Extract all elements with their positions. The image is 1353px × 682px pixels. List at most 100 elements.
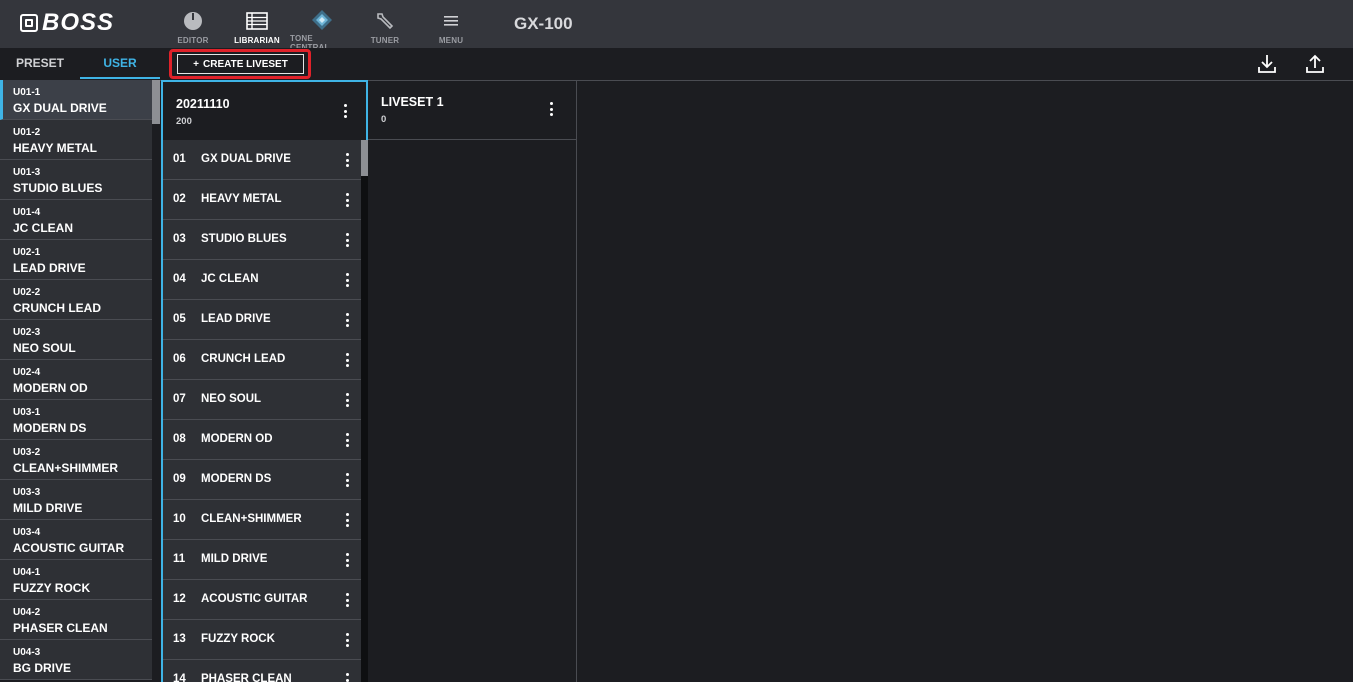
editor-knob-icon bbox=[181, 9, 205, 33]
menu-hamburger-icon bbox=[439, 9, 463, 33]
liveset-count: 200 bbox=[176, 116, 192, 127]
patch-item[interactable]: U03-4 ACOUSTIC GUITAR bbox=[0, 520, 152, 560]
liveset-member-item[interactable]: 08 MODERN OD bbox=[163, 420, 361, 460]
more-vertical-icon[interactable] bbox=[345, 313, 349, 327]
liveset-column[interactable]: LIVESET 1 0 bbox=[368, 80, 577, 682]
import-download-icon[interactable] bbox=[1256, 53, 1278, 75]
nav-tone-central[interactable]: TONE CENTRAL bbox=[290, 0, 354, 52]
more-vertical-icon[interactable] bbox=[345, 393, 349, 407]
nav-librarian[interactable]: LIBRARIAN bbox=[232, 0, 282, 48]
liveset-column-selected[interactable]: 20211110 200 01 GX DUAL DRIVE 02 HEAVY META… bbox=[161, 80, 368, 682]
more-vertical-icon[interactable] bbox=[345, 433, 349, 447]
more-vertical-icon[interactable] bbox=[343, 104, 347, 118]
more-vertical-icon[interactable] bbox=[345, 633, 349, 647]
member-number: 01 bbox=[173, 153, 186, 165]
liveset-member-item[interactable]: 14 PHASER CLEAN bbox=[163, 660, 361, 682]
librarian-list-icon bbox=[245, 9, 269, 33]
more-vertical-icon[interactable] bbox=[345, 593, 349, 607]
liveset-members: 01 GX DUAL DRIVE 02 HEAVY METAL 03 STUDIO BLU… bbox=[161, 140, 368, 682]
boss-logo-mark-icon bbox=[20, 14, 38, 32]
patch-code: U01-2 bbox=[13, 127, 41, 138]
patch-item[interactable]: U04-3 BG DRIVE bbox=[0, 640, 152, 680]
member-name: HEAVY METAL bbox=[201, 193, 282, 205]
more-vertical-icon[interactable] bbox=[345, 553, 349, 567]
patch-name: HEAVY METAL bbox=[13, 141, 98, 155]
liveset-member-item[interactable]: 09 MODERN DS bbox=[163, 460, 361, 500]
more-vertical-icon[interactable] bbox=[345, 233, 349, 247]
liveset-member-item[interactable]: 01 GX DUAL DRIVE bbox=[163, 140, 361, 180]
more-vertical-icon[interactable] bbox=[345, 353, 349, 367]
patch-item[interactable]: U02-2 CRUNCH LEAD bbox=[0, 280, 152, 320]
nav-label: EDITOR bbox=[177, 36, 209, 45]
export-upload-icon[interactable] bbox=[1304, 53, 1326, 75]
nav-tuner[interactable]: TUNER bbox=[364, 0, 406, 48]
patch-list-scrollbar[interactable] bbox=[152, 80, 160, 682]
member-number: 07 bbox=[173, 393, 186, 405]
more-vertical-icon[interactable] bbox=[345, 273, 349, 287]
liveset-member-item[interactable]: 05 LEAD DRIVE bbox=[163, 300, 361, 340]
liveset-member-item[interactable]: 11 MILD DRIVE bbox=[163, 540, 361, 580]
top-bar: BOSS EDITOR LIBRARIAN TONE CENTRAL TUNER… bbox=[0, 0, 1353, 52]
patch-item[interactable]: U03-2 CLEAN+SHIMMER bbox=[0, 440, 152, 480]
member-number: 02 bbox=[173, 193, 186, 205]
boss-logo: BOSS bbox=[20, 11, 114, 35]
patch-item[interactable]: U01-1 GX DUAL DRIVE bbox=[0, 80, 152, 120]
liveset-member-item[interactable]: 02 HEAVY METAL bbox=[163, 180, 361, 220]
patch-item[interactable]: U02-3 NEO SOUL bbox=[0, 320, 152, 360]
more-vertical-icon[interactable] bbox=[345, 153, 349, 167]
liveset-count: 0 bbox=[381, 114, 387, 125]
patch-item[interactable]: U04-1 FUZZY ROCK bbox=[0, 560, 152, 600]
more-vertical-icon[interactable] bbox=[345, 673, 349, 682]
patch-item[interactable]: U01-4 JC CLEAN bbox=[0, 200, 152, 240]
patch-code: U02-1 bbox=[13, 247, 41, 258]
member-number: 08 bbox=[173, 433, 186, 445]
nav-editor[interactable]: EDITOR bbox=[170, 0, 216, 48]
nav-label: TUNER bbox=[370, 36, 400, 45]
patch-name: GX DUAL DRIVE bbox=[13, 101, 107, 115]
liveset-member-item[interactable]: 04 JC CLEAN bbox=[163, 260, 361, 300]
liveset-member-item[interactable]: 06 CRUNCH LEAD bbox=[163, 340, 361, 380]
member-name: PHASER CLEAN bbox=[201, 673, 292, 682]
more-vertical-icon[interactable] bbox=[345, 193, 349, 207]
patch-item[interactable]: U02-4 MODERN OD bbox=[0, 360, 152, 400]
more-vertical-icon[interactable] bbox=[345, 513, 349, 527]
patch-code: U03-3 bbox=[13, 487, 41, 498]
patch-item[interactable]: U01-2 HEAVY METAL bbox=[0, 120, 152, 160]
more-vertical-icon[interactable] bbox=[549, 102, 553, 116]
liveset-header[interactable]: LIVESET 1 0 bbox=[368, 80, 576, 140]
tab-preset[interactable]: PRESET bbox=[0, 48, 80, 79]
member-name: ACOUSTIC GUITAR bbox=[201, 593, 308, 605]
liveset-member-item[interactable]: 07 NEO SOUL bbox=[163, 380, 361, 420]
liveset-scrollbar[interactable] bbox=[361, 140, 368, 682]
member-name: LEAD DRIVE bbox=[201, 313, 271, 325]
create-liveset-button[interactable]: + CREATE LIVESET bbox=[177, 54, 304, 74]
patch-name: MODERN OD bbox=[13, 381, 88, 395]
liveset-scroll-thumb[interactable] bbox=[361, 140, 368, 176]
liveset-area: 20211110 200 01 GX DUAL DRIVE 02 HEAVY META… bbox=[160, 80, 1353, 682]
patch-name: STUDIO BLUES bbox=[13, 181, 103, 195]
member-name: MODERN DS bbox=[201, 473, 272, 485]
patch-item[interactable]: U02-1 LEAD DRIVE bbox=[0, 240, 152, 280]
nav-menu[interactable]: MENU bbox=[432, 0, 470, 48]
member-name: GX DUAL DRIVE bbox=[201, 153, 291, 165]
liveset-member-item[interactable]: 03 STUDIO BLUES bbox=[163, 220, 361, 260]
plus-icon: + bbox=[193, 58, 199, 70]
patch-item[interactable]: U03-3 MILD DRIVE bbox=[0, 480, 152, 520]
liveset-header[interactable]: 20211110 200 bbox=[161, 80, 368, 140]
member-number: 09 bbox=[173, 473, 186, 485]
patch-item[interactable]: U01-3 STUDIO BLUES bbox=[0, 160, 152, 200]
patch-name: ACOUSTIC GUITAR bbox=[13, 541, 125, 555]
patch-code: U03-2 bbox=[13, 447, 41, 458]
liveset-member-item[interactable]: 13 FUZZY ROCK bbox=[163, 620, 361, 660]
tuner-wrench-icon bbox=[373, 9, 397, 33]
member-name: JC CLEAN bbox=[201, 273, 259, 285]
liveset-member-item[interactable]: 10 CLEAN+SHIMMER bbox=[163, 500, 361, 540]
patch-item[interactable]: U03-1 MODERN DS bbox=[0, 400, 152, 440]
patch-code: U04-3 bbox=[13, 647, 41, 658]
member-name: STUDIO BLUES bbox=[201, 233, 287, 245]
liveset-member-item[interactable]: 12 ACOUSTIC GUITAR bbox=[163, 580, 361, 620]
tab-user[interactable]: USER bbox=[80, 48, 160, 79]
patch-list-scroll-thumb[interactable] bbox=[152, 80, 160, 124]
more-vertical-icon[interactable] bbox=[345, 473, 349, 487]
patch-item[interactable]: U04-2 PHASER CLEAN bbox=[0, 600, 152, 640]
